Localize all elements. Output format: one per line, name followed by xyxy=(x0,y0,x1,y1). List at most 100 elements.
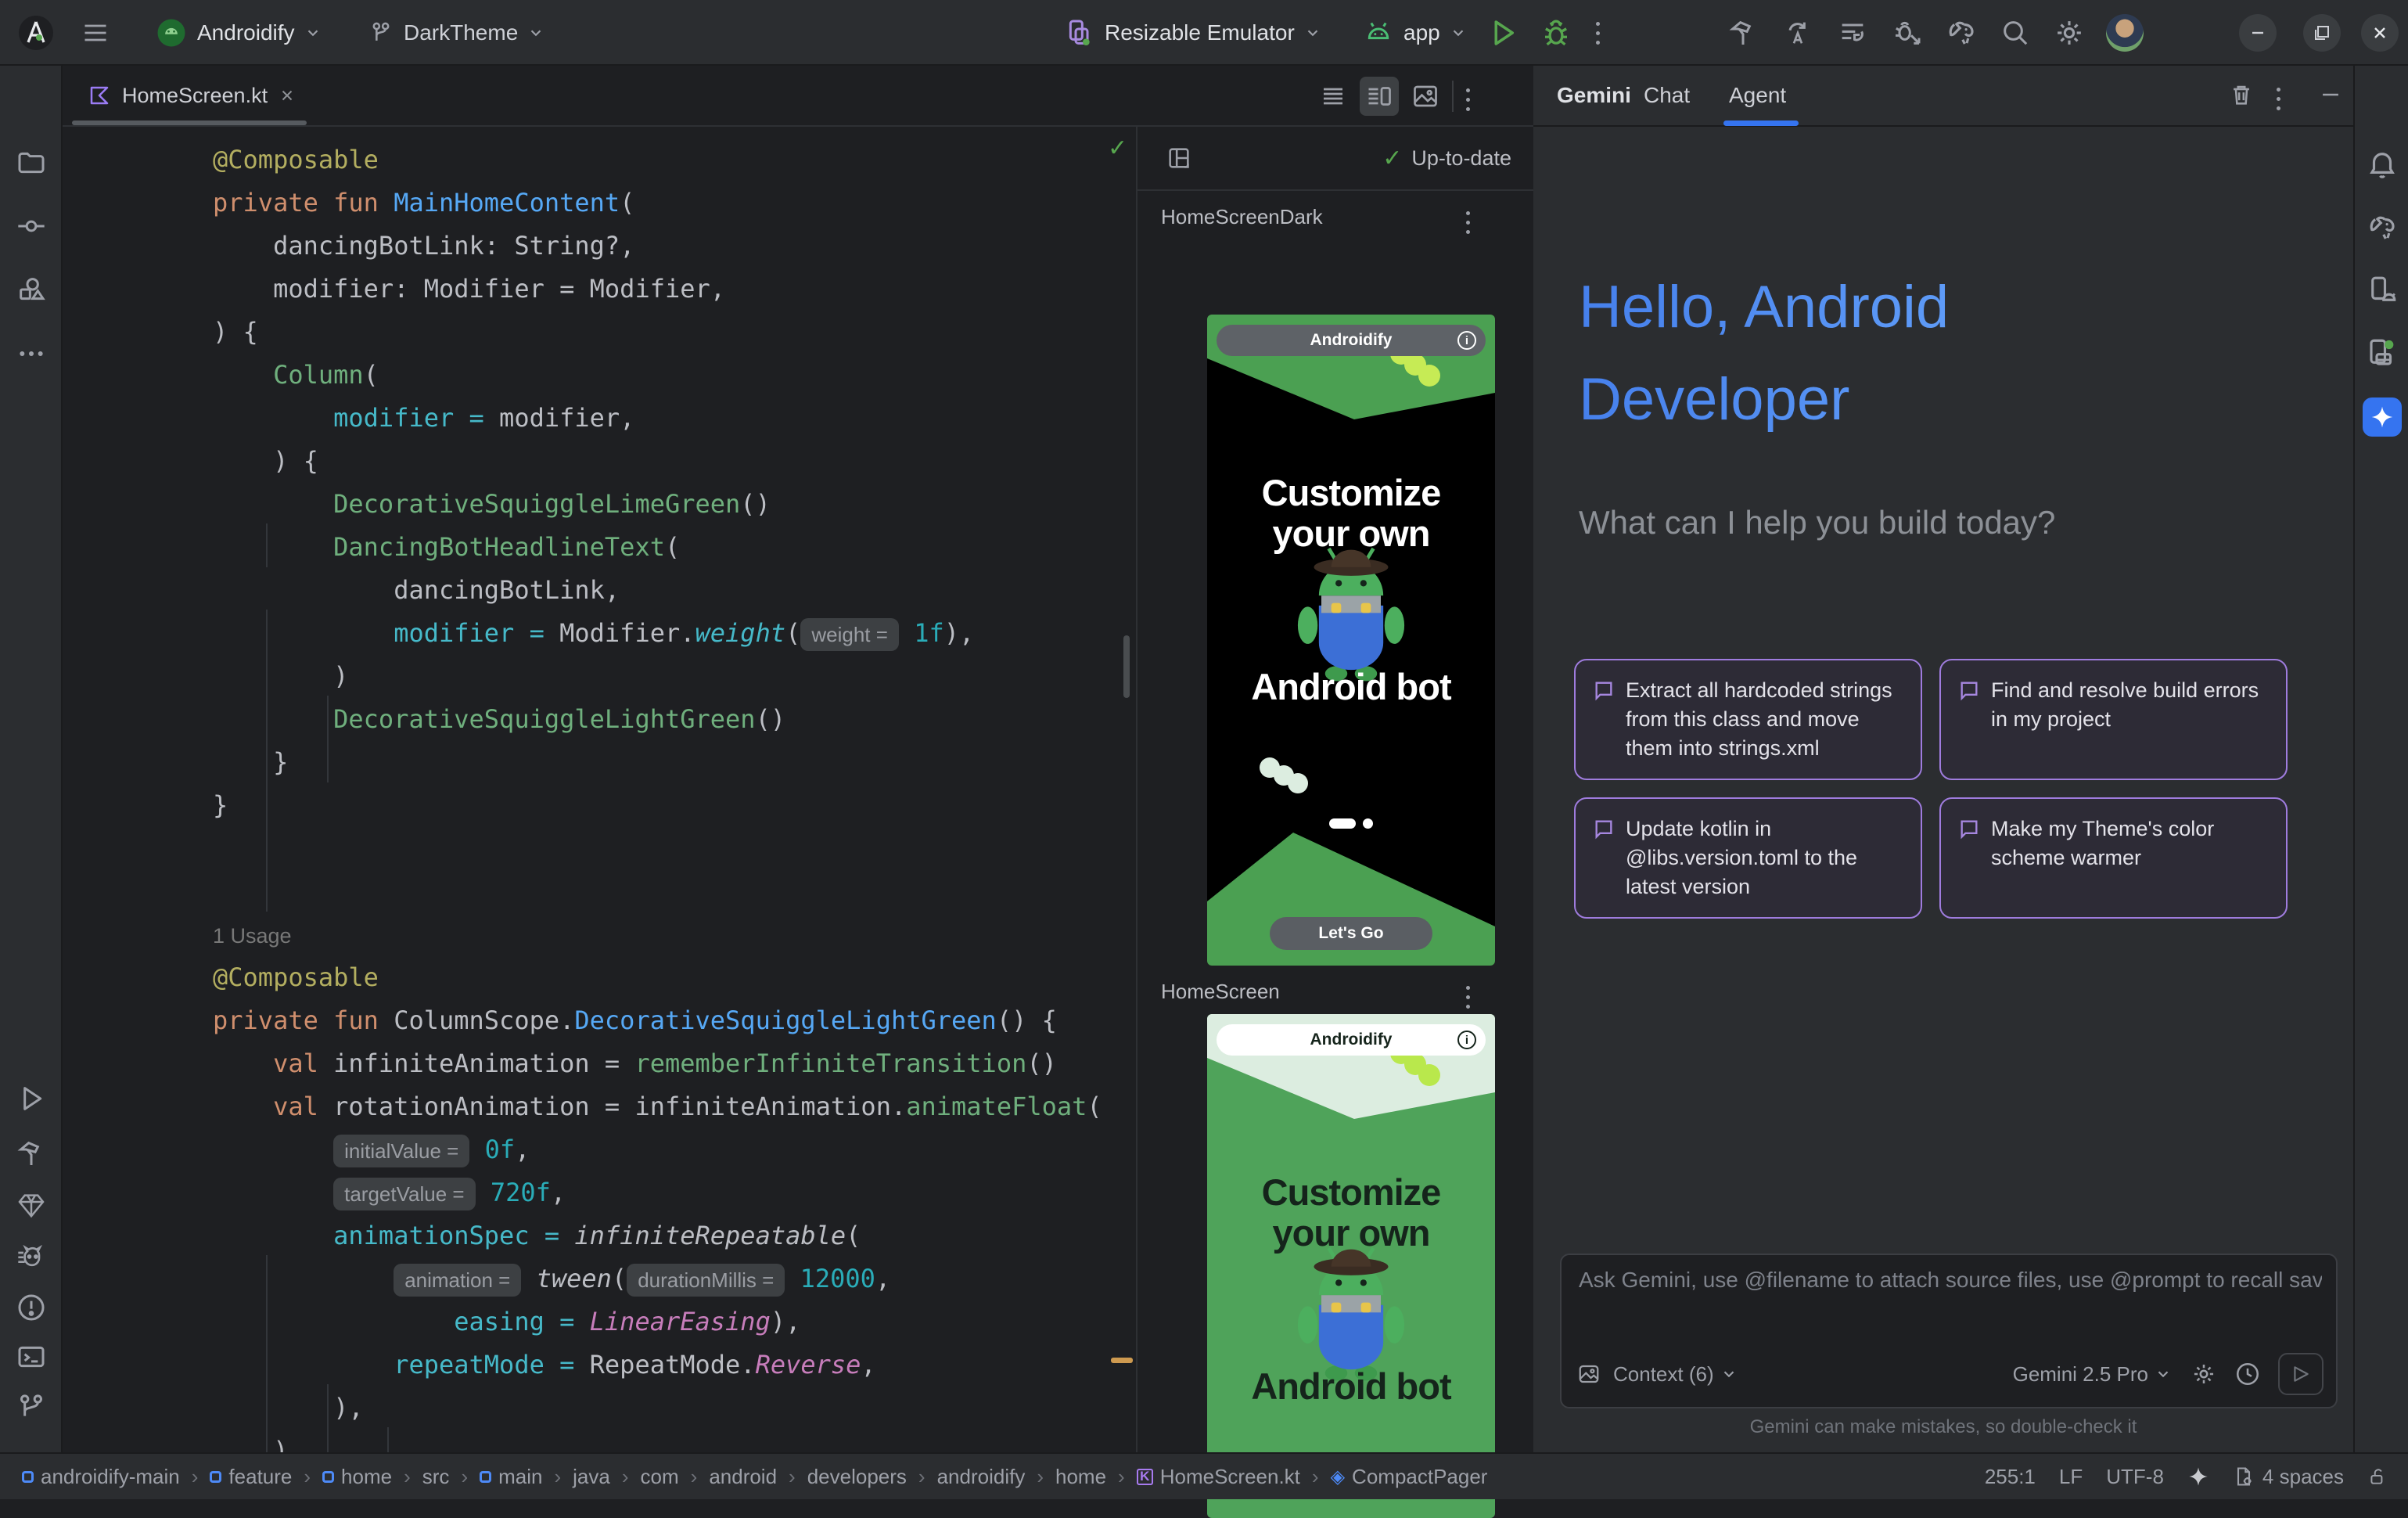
resource-manager-toolwindow-button[interactable] xyxy=(16,274,47,305)
statusbar: androidify-main›feature›home›src›main›ja… xyxy=(0,1452,2408,1499)
more-toolwindows-button[interactable] xyxy=(16,338,47,369)
attach-debugger-button[interactable] xyxy=(1892,0,1923,66)
suggestion-card-build-errors[interactable]: Find and resolve build errors in my proj… xyxy=(1939,659,2288,780)
breadcrumb-androidify-main[interactable]: androidify-main xyxy=(22,1465,180,1489)
main-menu-button[interactable] xyxy=(81,0,110,66)
breadcrumb-separator: › xyxy=(1312,1465,1319,1489)
app-quality-insights-toolwindow-button[interactable] xyxy=(16,1190,47,1221)
info-icon[interactable]: i xyxy=(1457,1031,1476,1049)
breadcrumb-developers[interactable]: developers xyxy=(807,1465,907,1489)
editor-scrollbar[interactable] xyxy=(1123,635,1130,698)
info-icon[interactable]: i xyxy=(1457,331,1476,350)
device-manager-toolwindow-button[interactable] xyxy=(2366,274,2399,307)
version-control-toolwindow-button[interactable] xyxy=(16,1391,47,1423)
debug-button[interactable] xyxy=(1540,0,1572,66)
line-ending[interactable]: LF xyxy=(2059,1465,2083,1489)
breadcrumb-main[interactable]: main xyxy=(480,1465,542,1489)
code-line: animationSpec = infiniteRepeatable( xyxy=(213,1214,1102,1257)
suggestion-card-extract-strings[interactable]: Extract all hardcoded strings from this … xyxy=(1574,659,1922,780)
device-selector[interactable]: Resizable Emulator xyxy=(1064,0,1321,66)
run-button[interactable] xyxy=(1486,0,1519,66)
clear-chat-button[interactable] xyxy=(2228,81,2256,110)
breadcrumb-androidify[interactable]: androidify xyxy=(937,1465,1026,1489)
window-minimize-button[interactable] xyxy=(2239,0,2277,66)
history-button[interactable] xyxy=(2234,1361,2261,1387)
terminal-toolwindow-button[interactable] xyxy=(16,1341,47,1372)
avatar[interactable] xyxy=(2106,0,2144,66)
unlock-icon[interactable] xyxy=(2367,1466,2388,1487)
commit-toolwindow-button[interactable] xyxy=(16,210,47,242)
inspection-ok-icon[interactable]: ✓ xyxy=(1108,135,1127,162)
run-config-selector[interactable]: app xyxy=(1363,0,1467,66)
tab-agent[interactable]: Agent xyxy=(1729,83,1786,108)
code-content[interactable]: @Composableprivate fun MainHomeContent( … xyxy=(213,138,1102,1452)
breadcrumb-java[interactable]: java xyxy=(573,1465,610,1489)
gradle-toolwindow-button[interactable] xyxy=(2366,211,2399,244)
breadcrumb-home[interactable]: home xyxy=(322,1465,392,1489)
code-editor[interactable]: @Composableprivate fun MainHomeContent( … xyxy=(63,127,1136,1452)
build-variants-button[interactable] xyxy=(1837,0,1868,66)
preview-name-dark[interactable]: HomeScreenDark xyxy=(1161,205,1323,229)
logcat-toolwindow-button[interactable] xyxy=(16,1241,47,1272)
breadcrumb-com[interactable]: com xyxy=(641,1465,679,1489)
view-design-button[interactable] xyxy=(1411,82,1439,110)
preview-layout-button[interactable] xyxy=(1166,145,1192,171)
breadcrumb-android[interactable]: android xyxy=(709,1465,777,1489)
problems-toolwindow-button[interactable] xyxy=(16,1292,47,1323)
window-maximize-button[interactable] xyxy=(2303,0,2341,66)
code-line: modifier = modifier, xyxy=(213,397,1102,440)
send-button[interactable] xyxy=(2278,1353,2324,1395)
cursor-position[interactable]: 255:1 xyxy=(1985,1465,2036,1489)
gemini-toolwindow-button[interactable] xyxy=(2363,397,2402,437)
preview-name-light[interactable]: HomeScreen xyxy=(1161,980,1280,1004)
preview-homescreen[interactable]: Androidify i Customize your own xyxy=(1207,1014,1495,1518)
search-everywhere-button[interactable] xyxy=(2000,0,2031,66)
project-toolwindow-button[interactable] xyxy=(16,147,47,178)
view-code-button[interactable] xyxy=(1319,82,1347,110)
breadcrumb-CompactPager[interactable]: ◈CompactPager xyxy=(1331,1465,1488,1489)
encoding[interactable]: UTF-8 xyxy=(2106,1465,2164,1489)
settings-button[interactable] xyxy=(2053,0,2086,66)
breadcrumb-feature[interactable]: feature xyxy=(210,1465,292,1489)
kotlin-icon: K xyxy=(1137,1469,1153,1485)
gemini-input-box[interactable]: Ask Gemini, use @filename to attach sour… xyxy=(1560,1254,2338,1408)
project-widget[interactable]: Androidify xyxy=(155,0,322,66)
window-close-button[interactable] xyxy=(2361,0,2399,66)
ai-star-icon[interactable] xyxy=(2187,1466,2209,1487)
close-icon[interactable] xyxy=(279,87,296,104)
breadcrumb-HomeScreen.kt[interactable]: KHomeScreen.kt xyxy=(1137,1465,1300,1489)
running-devices-toolwindow-button[interactable] xyxy=(2366,336,2399,369)
gemini-settings-button[interactable] xyxy=(2191,1361,2217,1387)
tab-homescreen-kt[interactable]: HomeScreen.kt xyxy=(72,66,311,125)
attach-image-icon[interactable] xyxy=(1577,1362,1601,1386)
preview-dark-menu-button[interactable] xyxy=(1466,205,1470,234)
hide-panel-button[interactable] xyxy=(2317,81,2345,110)
build-button[interactable] xyxy=(1727,0,1759,66)
tab-chat[interactable]: Chat xyxy=(1644,83,1690,108)
right-toolwindow-rail xyxy=(2353,66,2408,1452)
indent-config[interactable]: 4 spaces xyxy=(2233,1465,2344,1489)
phone-topbar: Androidify i xyxy=(1217,325,1486,356)
more-run-actions-button[interactable] xyxy=(1596,0,1600,66)
breadcrumb-src[interactable]: src xyxy=(422,1465,450,1489)
gradle-sync-icon[interactable] xyxy=(1945,0,1978,66)
context-dropdown[interactable]: Context (6) xyxy=(1613,1362,1714,1387)
preview-homescreendark[interactable]: Androidify i Customize your own xyxy=(1207,315,1495,966)
prompt-bubble-icon xyxy=(1593,679,1615,701)
suggestion-card-theme-warmer[interactable]: Make my Theme's color scheme warmer xyxy=(1939,797,2288,919)
suggestion-card-update-kotlin[interactable]: Update kotlin in @libs.version.toml to t… xyxy=(1574,797,1922,919)
run-toolwindow-button[interactable] xyxy=(16,1083,47,1114)
view-split-button[interactable] xyxy=(1360,77,1399,116)
model-selector[interactable]: Gemini 2.5 Pro xyxy=(2013,1362,2148,1387)
breadcrumb-home[interactable]: home xyxy=(1055,1465,1106,1489)
build-toolwindow-button[interactable] xyxy=(16,1138,47,1169)
module-icon xyxy=(210,1471,221,1483)
code-line: DecorativeSquiggleLimeGreen() xyxy=(213,483,1102,526)
gemini-more-options-button[interactable] xyxy=(2277,81,2305,110)
vcs-branch-widget[interactable]: DarkTheme xyxy=(368,0,544,66)
apply-changes-button[interactable] xyxy=(1782,0,1813,66)
lets-go-button[interactable]: Let's Go xyxy=(1270,917,1432,950)
notifications-button[interactable] xyxy=(2366,147,2399,180)
preview-light-menu-button[interactable] xyxy=(1466,980,1470,1009)
editor-more-options-button[interactable] xyxy=(1466,82,1470,111)
